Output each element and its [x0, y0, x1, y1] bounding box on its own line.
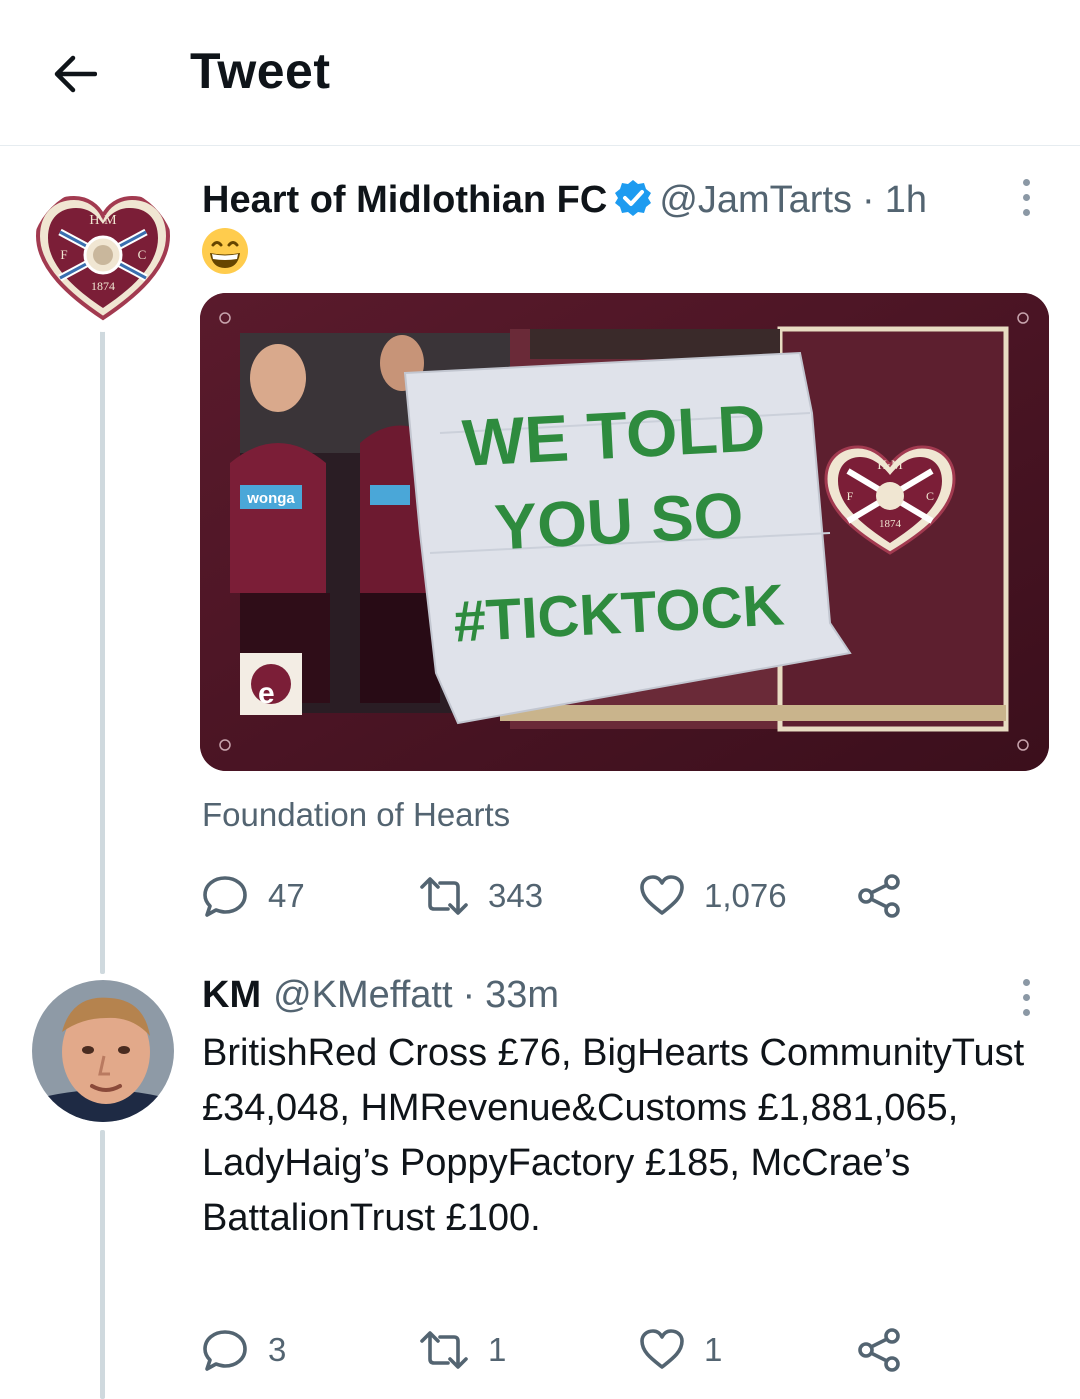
tweet-header: Heart of Midlothian FC @JamTarts · 1h [202, 172, 927, 222]
km-avatar[interactable] [32, 980, 174, 1122]
reply-button[interactable]: 47 [200, 866, 305, 926]
dot-icon [1022, 208, 1030, 216]
media-caption[interactable]: Foundation of Hearts [202, 796, 510, 834]
crest-text-left: F [60, 247, 67, 262]
share-button[interactable] [856, 866, 904, 926]
reply-icon [203, 876, 247, 917]
share-icon [858, 874, 900, 918]
reply-count: 47 [268, 877, 305, 914]
heart-icon [640, 875, 684, 915]
banner-photo: wonga e H·M F C 1874 WE TOLD YOU SO #TIC… [200, 293, 1049, 771]
wall-crest-left: F [847, 489, 854, 503]
crest-year: 1874 [91, 279, 115, 293]
like-count: 1 [704, 1331, 723, 1368]
tweet-header: KM @KMeffatt · 33m [202, 974, 559, 1017]
retweet-icon [420, 1331, 468, 1369]
grin-face-icon [202, 228, 248, 274]
reply-button[interactable]: 3 [200, 1320, 286, 1380]
tweet-time[interactable]: 1h [885, 179, 927, 222]
like-count: 1,076 [704, 877, 787, 914]
thread-connector [100, 326, 105, 974]
user-handle[interactable]: @JamTarts [659, 179, 852, 222]
display-name[interactable]: Heart of Midlothian FC [202, 179, 607, 222]
retweet-count: 1 [488, 1331, 507, 1368]
svg-text:e: e [258, 677, 275, 710]
dot-icon [1022, 178, 1030, 186]
tweet-time[interactable]: 33m [485, 974, 559, 1017]
tweet-actions: 47 343 1,076 [200, 866, 920, 926]
separator-dot: · [862, 179, 875, 221]
tweet-body: BritishRed Cross £76, BigHearts Communit… [202, 1032, 1025, 1239]
dot-icon [1022, 993, 1030, 1001]
share-icon [858, 1328, 900, 1372]
more-options-button[interactable] [1006, 972, 1046, 1022]
user-handle[interactable]: @KMeffatt [273, 974, 452, 1017]
banner-line-2: YOU SO [493, 479, 745, 564]
display-name[interactable]: KM [202, 974, 261, 1017]
wall-crest-right: C [926, 489, 934, 503]
like-button[interactable]: 1,076 [638, 866, 787, 926]
reply-icon [203, 1330, 247, 1371]
reply-count: 3 [268, 1331, 287, 1368]
crest-text-top: H·M [89, 213, 117, 228]
thread-connector [100, 1130, 105, 1399]
dot-icon [1022, 978, 1030, 986]
tweet-actions: 3 1 1 [200, 1320, 920, 1380]
dot-icon [1022, 1008, 1030, 1016]
retweet-count: 343 [488, 877, 544, 914]
grinning-emoji [200, 226, 250, 276]
retweet-icon [420, 877, 468, 915]
share-button[interactable] [856, 1320, 904, 1380]
wall-crest-top: H·M [877, 457, 903, 472]
verified-badge-icon [615, 180, 652, 216]
banner-line-1: WE TOLD [461, 390, 768, 480]
hearts-fc-avatar[interactable]: H·M F C 1874 [30, 186, 176, 332]
profile-photo [32, 980, 174, 1122]
retweet-button[interactable]: 343 [418, 866, 543, 926]
tweet-image[interactable]: wonga e H·M F C 1874 WE TOLD YOU SO #TIC… [200, 293, 1049, 771]
shirt-sponsor-text: wonga [246, 490, 295, 507]
hearts-crest-logo: H·M F C 1874 [30, 186, 176, 332]
retweet-button[interactable]: 1 [418, 1320, 506, 1380]
heart-icon [640, 1329, 684, 1369]
crest-text-right: C [138, 247, 147, 262]
back-button[interactable] [48, 50, 100, 98]
like-button[interactable]: 1 [638, 1320, 722, 1380]
arrow-left-icon [54, 55, 97, 93]
wall-crest-year: 1874 [879, 518, 902, 530]
page-title: Tweet [190, 43, 331, 99]
top-bar: Tweet [0, 0, 1080, 146]
more-options-button[interactable] [1006, 172, 1046, 222]
dot-icon [1022, 193, 1030, 201]
separator-dot: · [462, 974, 476, 1016]
